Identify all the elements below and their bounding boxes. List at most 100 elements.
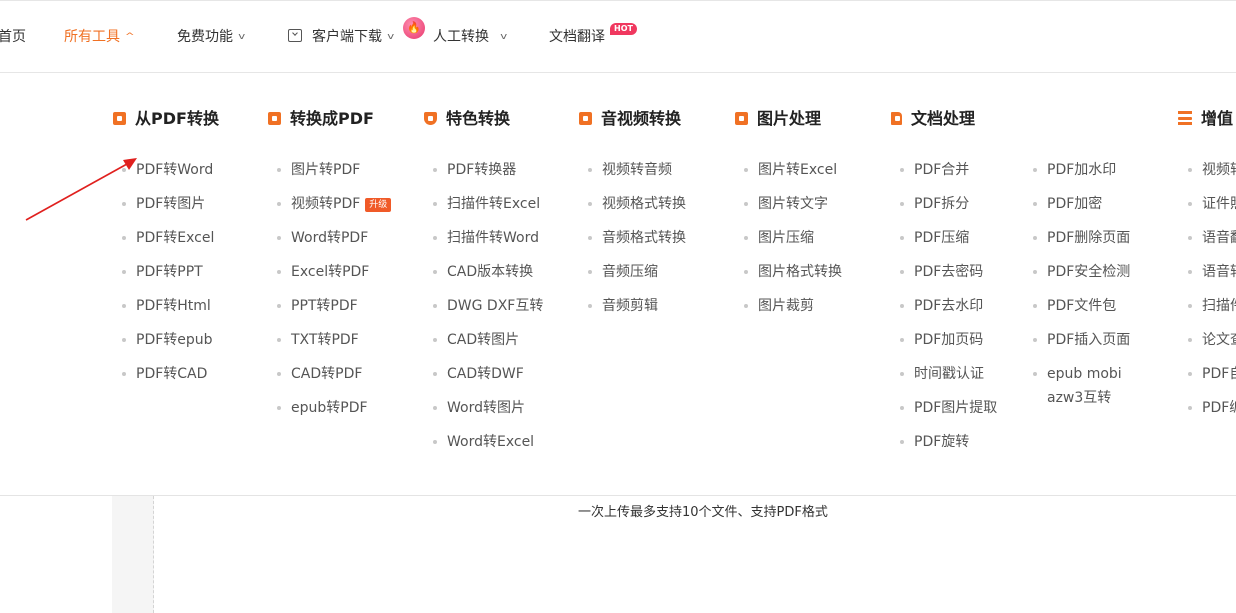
list-icon: [1178, 111, 1192, 125]
menu-item-ppt-to-pdf[interactable]: PPT转PDF: [277, 289, 391, 323]
column-title: 音视频转换: [601, 109, 682, 128]
menu-item-audio-cut[interactable]: 音频剪辑: [588, 289, 686, 323]
column-header-featured: 特色转换: [424, 108, 510, 130]
menu-item-pdf-rotate[interactable]: PDF旋转: [900, 425, 997, 459]
menu-item-video-to-pdf[interactable]: 视频转PDF 升级: [277, 187, 392, 221]
menu-item-pdf-to-html[interactable]: PDF转Html: [122, 289, 214, 323]
column-header-value-added: 增值: [1178, 108, 1233, 130]
hot-badge: HOT: [610, 23, 637, 35]
menu-item-word-to-excel[interactable]: Word转Excel: [433, 425, 543, 459]
upgrade-badge: 升级: [365, 198, 392, 212]
column-header-document: 文档处理: [891, 108, 975, 130]
menu-item-word-to-pdf[interactable]: Word转PDF: [277, 221, 391, 255]
shield-star-icon: [424, 112, 437, 125]
chevron-down-icon: v: [387, 32, 395, 42]
menu-item-cad-to-dwf[interactable]: CAD转DWF: [433, 357, 543, 391]
nav-manual-convert-label: 人工转换: [433, 29, 489, 45]
menu-item-pdf-merge[interactable]: PDF合并: [900, 153, 997, 187]
nav-free-features-label: 免费功能: [177, 29, 233, 45]
nav-all-tools-label: 所有工具: [64, 29, 120, 45]
column-header-image: 图片处理: [735, 108, 821, 130]
menu-item-pdf-delete-pages[interactable]: PDF删除页面: [1033, 221, 1133, 255]
nav-home[interactable]: 首页: [0, 28, 26, 46]
nav-client-download[interactable]: 客户端下载 v: [288, 28, 395, 46]
menu-item-value-8[interactable]: PDF编: [1188, 391, 1236, 425]
menu-item-cad-to-pdf[interactable]: CAD转PDF: [277, 357, 391, 391]
menu-item-pdf-to-word[interactable]: PDF转Word: [122, 153, 214, 187]
menu-item-value-2[interactable]: 证件照: [1188, 187, 1236, 221]
menu-item-pdf-compress[interactable]: PDF压缩: [900, 221, 997, 255]
menu-item-value-4[interactable]: 语音转: [1188, 255, 1236, 289]
menu-item-value-3[interactable]: 语音翻: [1188, 221, 1236, 255]
column-title: 从PDF转换: [135, 109, 219, 128]
menu-item-pdf-remove-password[interactable]: PDF去密码: [900, 255, 997, 289]
menu-item-image-format-convert[interactable]: 图片格式转换: [744, 255, 842, 289]
column-title: 文档处理: [911, 109, 976, 128]
menu-item-pdf-to-excel[interactable]: PDF转Excel: [122, 221, 214, 255]
menu-item-pdf-converter[interactable]: PDF转换器: [433, 153, 543, 187]
menu-item-pdf-to-ppt[interactable]: PDF转PPT: [122, 255, 214, 289]
column-list-audio-video: 视频转音频 视频格式转换 音频格式转换 音频压缩 音频剪辑: [588, 153, 686, 323]
menu-item-pdf-to-image[interactable]: PDF转图片: [122, 187, 214, 221]
pdf-convert-icon: [113, 112, 126, 125]
menu-item-video-format-convert[interactable]: 视频格式转换: [588, 187, 686, 221]
menu-item-value-6[interactable]: 论文查: [1188, 323, 1236, 357]
menu-item-value-1[interactable]: 视频转: [1188, 153, 1236, 187]
menu-item-pdf-remove-watermark[interactable]: PDF去水印: [900, 289, 997, 323]
nav-client-download-label: 客户端下载: [312, 29, 382, 45]
menu-item-pdf-add-page-number[interactable]: PDF加页码: [900, 323, 997, 357]
menu-item-pdf-split[interactable]: PDF拆分: [900, 187, 997, 221]
menu-item-image-compress[interactable]: 图片压缩: [744, 221, 842, 255]
column-list-value-added: 视频转 证件照 语音翻 语音转 扫描件 论文查 PDF自 PDF编: [1188, 153, 1236, 425]
menu-item-scan-to-excel[interactable]: 扫描件转Excel: [433, 187, 543, 221]
menu-item-epub-to-pdf[interactable]: epub转PDF: [277, 391, 391, 425]
document-icon: [891, 112, 902, 125]
top-navigation: 首页 所有工具 ^ 免费功能 v 客户端下载 v 🔥 人工转换 v 文档翻译 HOT: [0, 1, 1236, 73]
menu-item-word-to-image[interactable]: Word转图片: [433, 391, 543, 425]
column-list-featured: PDF转换器 扫描件转Excel 扫描件转Word CAD版本转换 DWG DX…: [433, 153, 543, 459]
menu-item-pdf-to-epub[interactable]: PDF转epub: [122, 323, 214, 357]
menu-item-timestamp-auth[interactable]: 时间戳认证: [900, 357, 997, 391]
menu-item-pdf-insert-pages[interactable]: PDF插入页面: [1033, 323, 1133, 357]
column-list-image: 图片转Excel 图片转文字 图片压缩 图片格式转换 图片裁剪: [744, 153, 842, 323]
media-play-icon: [579, 112, 592, 125]
menu-item-value-5[interactable]: 扫描件: [1188, 289, 1236, 323]
menu-item-pdf-security-check[interactable]: PDF安全检测: [1033, 255, 1133, 289]
menu-item-image-to-excel[interactable]: 图片转Excel: [744, 153, 842, 187]
menu-item-cad-version-convert[interactable]: CAD版本转换: [433, 255, 543, 289]
column-header-audio-video: 音视频转换: [579, 108, 681, 130]
nav-home-label: 首页: [0, 29, 26, 45]
chevron-up-icon: ^: [124, 32, 135, 42]
menu-item-audio-format-convert[interactable]: 音频格式转换: [588, 221, 686, 255]
menu-item-pdf-portfolio[interactable]: PDF文件包: [1033, 289, 1133, 323]
menu-item-value-7[interactable]: PDF自: [1188, 357, 1236, 391]
menu-item-excel-to-pdf[interactable]: Excel转PDF: [277, 255, 391, 289]
tools-dropdown-menu: 从PDF转换 PDF转Word PDF转图片 PDF转Excel PDF转PPT…: [0, 73, 1236, 496]
fire-icon: 🔥: [403, 17, 425, 39]
upload-hint-text: 一次上传最多支持10个文件、支持PDF格式: [578, 505, 828, 520]
nav-manual-convert[interactable]: 人工转换 v: [433, 28, 507, 46]
menu-item-pdf-image-extract[interactable]: PDF图片提取: [900, 391, 997, 425]
menu-item-image-crop[interactable]: 图片裁剪: [744, 289, 842, 323]
menu-item-image-to-pdf[interactable]: 图片转PDF: [277, 153, 391, 187]
column-title: 转换成PDF: [290, 109, 374, 128]
menu-item-audio-compress[interactable]: 音频压缩: [588, 255, 686, 289]
menu-item-pdf-add-watermark[interactable]: PDF加水印: [1033, 153, 1133, 187]
menu-item-pdf-encrypt[interactable]: PDF加密: [1033, 187, 1133, 221]
menu-item-txt-to-pdf[interactable]: TXT转PDF: [277, 323, 391, 357]
column-list-from-pdf: PDF转Word PDF转图片 PDF转Excel PDF转PPT PDF转Ht…: [122, 153, 214, 391]
menu-item-cad-to-image[interactable]: CAD转图片: [433, 323, 543, 357]
menu-item-pdf-to-cad[interactable]: PDF转CAD: [122, 357, 214, 391]
menu-item-image-to-text[interactable]: 图片转文字: [744, 187, 842, 221]
menu-item-scan-to-word[interactable]: 扫描件转Word: [433, 221, 543, 255]
nav-free-features[interactable]: 免费功能 v: [177, 28, 246, 46]
nav-doc-translate[interactable]: 文档翻译: [549, 28, 605, 46]
to-pdf-icon: [268, 112, 281, 125]
menu-item-dwg-dxf-convert[interactable]: DWG DXF互转: [433, 289, 543, 323]
upload-side-panel: [112, 496, 154, 613]
nav-all-tools[interactable]: 所有工具 ^: [64, 28, 135, 46]
column-list-to-pdf: 图片转PDF 视频转PDF 升级 Word转PDF Excel转PDF PPT转P…: [277, 153, 392, 425]
menu-item-ebook-convert[interactable]: epub mobi azw3互转: [1033, 357, 1133, 415]
menu-item-video-to-audio[interactable]: 视频转音频: [588, 153, 686, 187]
chevron-down-icon: v: [238, 32, 246, 42]
